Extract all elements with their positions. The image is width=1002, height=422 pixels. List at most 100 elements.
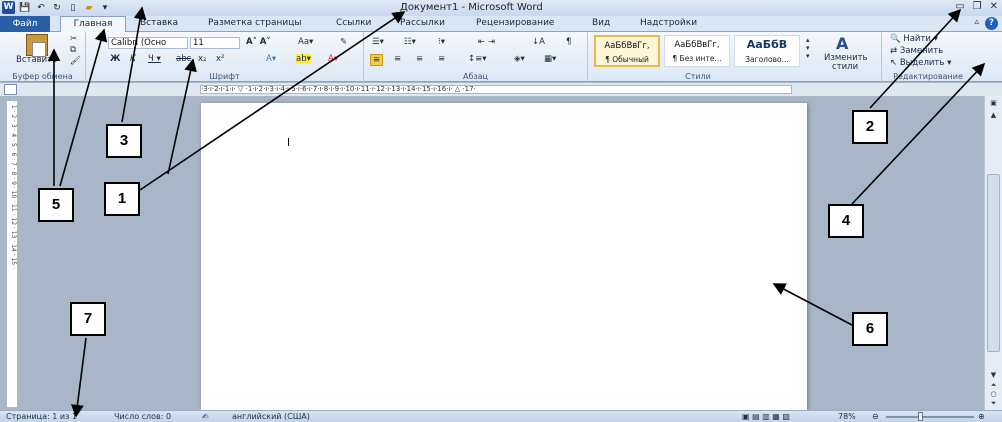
new-document-icon[interactable]: ▯ [67,2,79,14]
tab-insert[interactable]: Вставка [140,18,178,28]
minimize-ribbon-icon[interactable]: ▵ [974,17,979,30]
tab-page-layout[interactable]: Разметка страницы [208,18,302,28]
superscript-icon[interactable]: x² [216,54,224,64]
italic-icon[interactable]: К [130,54,136,64]
tab-references[interactable]: Ссылки [336,18,371,28]
save-icon[interactable]: 💾 [19,2,31,14]
group-editing: 🔍 Найти ▾ ⇄ Заменить ↖ Выделить ▾ Редакт… [882,32,974,82]
bullets-icon[interactable]: ☰▾ [372,37,384,47]
status-page[interactable]: Страница: 1 из 1 [6,412,77,421]
redo-icon[interactable]: ↻ [51,2,63,14]
callout-4: 4 [828,204,864,238]
text-effects-icon[interactable]: A▾ [266,54,276,64]
title-bar: W 💾 ↶ ↻ ▯ ▰ ▾ Документ1 - Microsoft Word… [0,0,1002,16]
style-heading[interactable]: АаБбВ Заголово... [734,35,800,67]
line-spacing-icon[interactable]: ↕≡▾ [468,54,487,64]
tab-mailings[interactable]: Рассылки [400,18,445,28]
group-label-font: Шрифт [209,72,240,81]
strikethrough-icon[interactable]: abc [176,54,191,64]
group-styles: АаБбВвГг, ¶ Обычный АаБбВвГг, ¶ Без инте… [588,32,882,82]
zoom-in-icon[interactable]: ⊕ [978,412,985,421]
align-left-icon[interactable]: ≡ [370,54,384,66]
borders-icon[interactable]: ▦▾ [544,54,556,64]
scroll-up-icon[interactable]: ▲ [987,110,1000,120]
copy-icon[interactable]: ⧉ [70,45,76,55]
proofing-icon[interactable]: ✍ [202,412,209,421]
group-font: Calibri (Осно 11 A˄ A˅ Аа▾ ✎ Ж К Ч ▾ abc… [86,32,364,82]
next-page-icon[interactable]: ⏷ [987,398,1000,408]
grow-font-icon[interactable]: A˄ A˅ [246,37,271,47]
indent-icon[interactable]: ⇤ ⇥ [478,37,495,47]
paste-button[interactable]: Вставить [16,55,57,65]
zoom-slider[interactable] [886,416,974,418]
horizontal-ruler[interactable]: ·3·ı·2·ı·1·ı· ▽ ·1·ı·2·ı·3·ı·4·ı·5·ı·6·ı… [200,85,792,94]
scroll-down-icon[interactable]: ▼ [987,370,1000,380]
find-button[interactable]: 🔍 Найти ▾ [890,34,938,44]
customize-toolbar-icon[interactable]: ▾ [99,2,111,14]
undo-icon[interactable]: ↶ [35,2,47,14]
underline-icon[interactable]: Ч ▾ [148,54,161,64]
show-marks-icon[interactable]: ¶ [566,37,571,47]
help-icon[interactable]: ? [985,17,998,30]
zoom-slider-thumb[interactable] [918,412,923,421]
font-size-combo[interactable]: 11 [190,37,240,49]
numbering-icon[interactable]: ☷▾ [404,37,416,47]
zoom-level[interactable]: 78% [838,412,856,421]
group-label-styles: Стили [685,72,711,81]
group-clipboard: Вставить ✂ ⧉ 🖌 Буфер обмена [0,32,86,82]
format-painter-icon[interactable]: 🖌 [70,56,81,66]
status-word-count[interactable]: Число слов: 0 [114,412,171,421]
status-bar: Страница: 1 из 1 Число слов: 0 ✍ английс… [0,410,1002,422]
justify-icon[interactable]: ≡ [438,54,445,64]
select-button[interactable]: ↖ Выделить ▾ [890,58,951,68]
select-label: Выделить [899,58,945,68]
tab-file[interactable]: Файл [0,16,50,32]
restore-icon[interactable]: ❐ [973,1,982,12]
window-controls: ▭ ❐ ✕ [955,1,998,12]
align-right-icon[interactable]: ≡ [416,54,423,64]
clear-formatting-icon[interactable]: ✎ [340,37,347,47]
scroll-thumb[interactable] [987,174,1000,352]
font-name-combo[interactable]: Calibri (Осно [108,37,188,49]
tab-view[interactable]: Вид [592,18,610,28]
paste-icon[interactable] [26,34,48,57]
bold-icon[interactable]: Ж [110,54,120,64]
change-case-icon[interactable]: Аа▾ [298,37,313,47]
style-no-spacing[interactable]: АаБбВвГг, ¶ Без инте... [664,35,730,67]
group-label-paragraph: Абзац [462,72,488,81]
tab-addins[interactable]: Надстройки [640,18,697,28]
tab-home[interactable]: Главная [60,16,126,33]
word-logo-icon[interactable]: W [2,1,15,14]
callout-6: 6 [852,312,888,346]
vertical-scrollbar[interactable]: ▣ ▲ ▼ ⏶ ○ ⏷ [984,96,1002,410]
minimize-icon[interactable]: ▭ [955,1,964,12]
sort-icon[interactable]: ↓A [532,37,545,47]
replace-button[interactable]: ⇄ Заменить [890,46,943,56]
change-styles-button-line2[interactable]: стили [832,62,858,72]
change-styles-icon[interactable]: A [836,34,848,53]
cut-icon[interactable]: ✂ [70,34,77,44]
align-center-icon[interactable]: ≡ [394,54,401,64]
open-folder-icon[interactable]: ▰ [83,2,95,14]
style-sample: АаБбВ [746,38,788,51]
font-color-icon[interactable]: A▾ [328,54,338,64]
style-name: ¶ Без инте... [672,54,722,63]
tab-review[interactable]: Рецензирование [476,18,554,28]
view-buttons[interactable]: ▣ ▤ ▥ ▦ ▧ [742,412,790,421]
shading-icon[interactable]: ◈▾ [514,54,525,64]
zoom-out-icon[interactable]: ⊖ [872,412,879,421]
group-label-editing: Редактирование [893,72,963,81]
multilevel-list-icon[interactable]: ⁝▾ [438,37,445,47]
vertical-ruler[interactable]: · 1 · 2 · 3 · 4 · 5 · 6 · 7 · 8 · 9 · 10… [6,100,18,408]
highlight-icon[interactable]: ab▾ [296,54,311,64]
view-ruler-icon[interactable]: ▣ [987,98,1000,108]
styles-more-icon[interactable]: ▴ ▾ ▾ [806,36,810,60]
status-language[interactable]: английский (США) [232,412,310,421]
style-name: ¶ Обычный [605,55,649,64]
subscript-icon[interactable]: x₂ [198,54,206,64]
style-normal[interactable]: АаБбВвГг, ¶ Обычный [594,35,660,67]
document-page[interactable] [201,103,807,410]
tab-selector-icon[interactable] [4,84,17,95]
replace-label: Заменить [899,46,944,56]
close-icon[interactable]: ✕ [990,1,998,12]
